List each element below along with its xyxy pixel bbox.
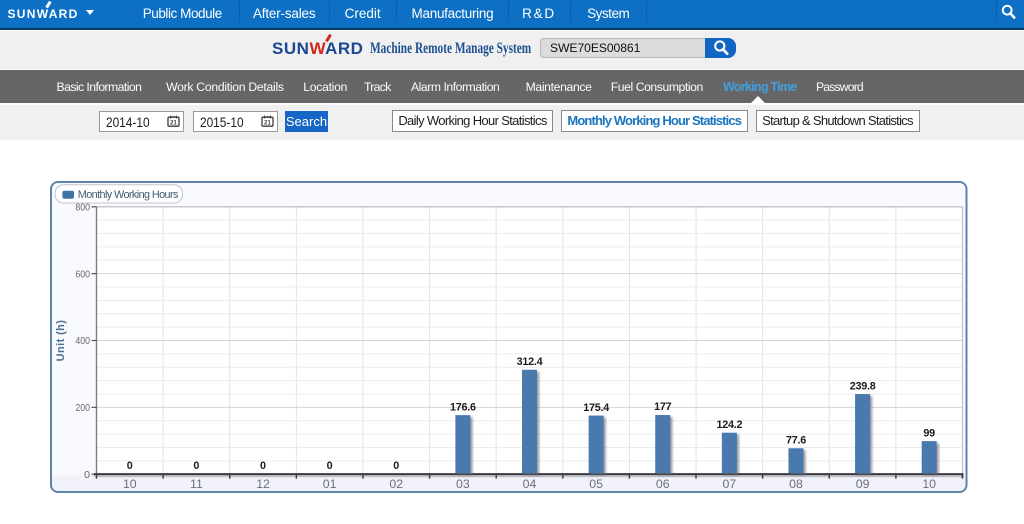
svg-text:11: 11 <box>190 477 203 491</box>
svg-text:200: 200 <box>75 402 90 414</box>
svg-text:0: 0 <box>327 460 333 472</box>
svg-text:600: 600 <box>75 268 90 280</box>
svg-text:07: 07 <box>723 477 737 491</box>
svg-text:0: 0 <box>127 460 133 472</box>
svg-text:175.4: 175.4 <box>583 402 609 414</box>
svg-text:08: 08 <box>789 477 803 491</box>
svg-text:01: 01 <box>323 477 337 491</box>
svg-text:0: 0 <box>84 469 90 481</box>
svg-text:03: 03 <box>456 477 470 491</box>
svg-text:02: 02 <box>389 477 403 491</box>
svg-text:124.2: 124.2 <box>716 419 742 431</box>
svg-text:Monthly Working Hours: Monthly Working Hours <box>78 189 179 201</box>
svg-text:400: 400 <box>75 335 90 347</box>
svg-text:176.6: 176.6 <box>450 401 476 413</box>
svg-text:0: 0 <box>193 460 199 472</box>
svg-text:04: 04 <box>523 477 537 491</box>
svg-text:06: 06 <box>656 477 670 491</box>
svg-text:10: 10 <box>123 477 137 491</box>
svg-text:10: 10 <box>922 477 936 491</box>
svg-text:21: 21 <box>264 121 271 127</box>
svg-text:99: 99 <box>923 427 935 439</box>
svg-text:09: 09 <box>856 477 870 491</box>
svg-text:239.8: 239.8 <box>850 380 876 392</box>
svg-text:0: 0 <box>393 460 399 472</box>
svg-text:312.4: 312.4 <box>517 356 543 368</box>
svg-text:21: 21 <box>170 121 177 127</box>
svg-text:177: 177 <box>654 401 672 413</box>
svg-text:12: 12 <box>256 477 270 491</box>
svg-text:0: 0 <box>260 460 266 472</box>
svg-text:Unit (h): Unit (h) <box>55 320 67 362</box>
svg-text:77.6: 77.6 <box>786 434 806 446</box>
svg-text:05: 05 <box>589 477 603 491</box>
